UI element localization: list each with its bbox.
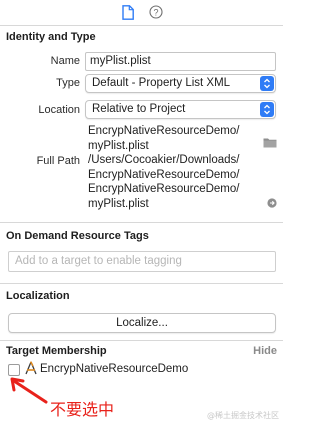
inspector-tab-bar: ? (0, 0, 283, 24)
location-popup-value: Relative to Project (92, 103, 186, 115)
target-name: EncrypNativeResourceDemo (40, 363, 189, 375)
localization-section-title: Localization (6, 290, 70, 302)
type-label: Type (56, 77, 80, 89)
name-field[interactable]: myPlist.plist (85, 52, 276, 71)
full-path-line: EncrypNativeResourceDemo/ (88, 183, 240, 195)
full-path-line: EncrypNativeResourceDemo/ (88, 168, 240, 181)
location-label: Location (38, 104, 80, 116)
quick-help-icon[interactable]: ? (148, 4, 163, 20)
target-membership-section-title: Target Membership (6, 345, 107, 357)
hide-button[interactable]: Hide (253, 345, 277, 357)
divider (0, 340, 283, 341)
divider (0, 222, 283, 223)
type-popup[interactable]: Default - Property List XML (85, 74, 276, 93)
target-checkbox[interactable] (8, 364, 20, 376)
full-path-line: /Users/Cocoakier/Downloads/ (88, 154, 240, 166)
chevron-updown-icon (260, 102, 274, 117)
tags-input[interactable]: Add to a target to enable tagging (8, 251, 276, 272)
type-popup-value: Default - Property List XML (92, 77, 231, 89)
localize-button[interactable]: Localize... (8, 313, 276, 333)
annotation-arrow-icon (8, 377, 50, 407)
full-path-label: Full Path (36, 155, 80, 167)
folder-icon[interactable] (263, 137, 277, 148)
watermark: @稀土掘金技术社区 (207, 411, 279, 420)
divider (0, 283, 283, 284)
location-path-line: myPlist.plist (88, 139, 149, 152)
full-path-line: myPlist.plist (88, 197, 149, 210)
name-label: Name (50, 55, 80, 67)
file-inspector-icon[interactable] (121, 4, 135, 20)
divider (0, 25, 283, 26)
identity-section-title: Identity and Type (6, 31, 96, 43)
location-path: EncrypNativeResourceDemo/ myPlist.plist (88, 124, 239, 153)
annotation-text: 不要选中 (50, 400, 115, 419)
on-demand-section-title: On Demand Resource Tags (6, 230, 149, 242)
chevron-updown-icon (260, 76, 274, 91)
location-popup[interactable]: Relative to Project (85, 100, 276, 119)
reveal-arrow-icon[interactable] (267, 198, 277, 208)
full-path: /Users/Cocoakier/Downloads/ EncrypNative… (88, 153, 239, 211)
app-target-icon (24, 361, 38, 375)
svg-text:?: ? (153, 7, 158, 17)
location-path-line: EncrypNativeResourceDemo/ (88, 125, 240, 137)
